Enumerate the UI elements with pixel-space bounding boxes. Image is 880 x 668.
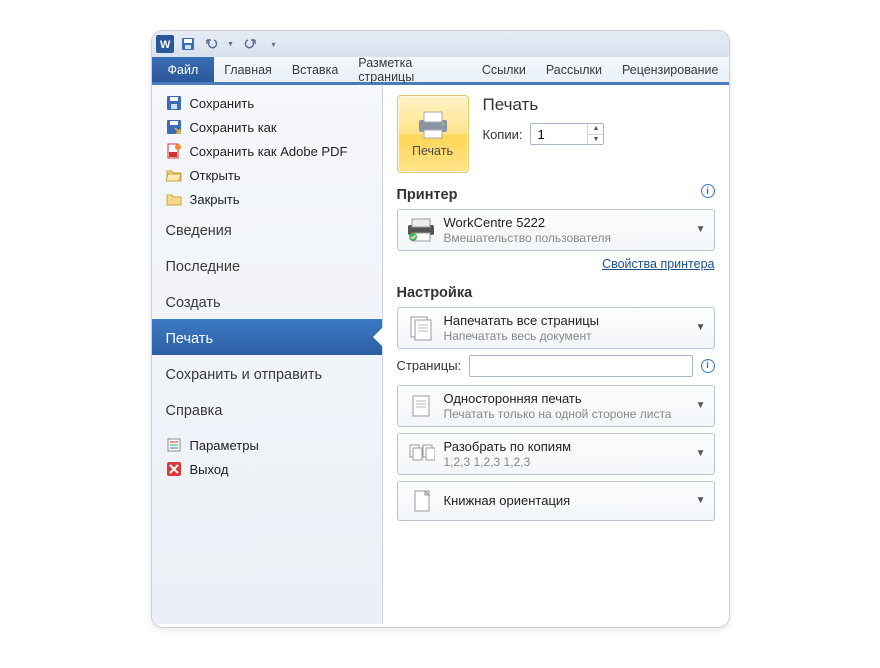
nav-close[interactable]: Закрыть — [152, 187, 382, 211]
save-icon — [166, 95, 182, 111]
qat-undo-dropdown-icon[interactable]: ▼ — [226, 34, 236, 54]
printer-section-title: Принтер — [397, 187, 458, 203]
nav-save-as[interactable]: Сохранить как — [152, 115, 382, 139]
copies-arrows[interactable]: ▲▼ — [587, 124, 603, 144]
nav-exit-label: Выход — [190, 462, 229, 477]
sides-desc: Печатать только на одной стороне листа — [444, 407, 688, 421]
nav-save-as-label: Сохранить как — [190, 120, 277, 135]
nav-help[interactable]: Справка — [152, 391, 382, 427]
pages-label: Страницы: — [397, 358, 462, 373]
exit-icon — [166, 461, 182, 477]
ribbon-tab-home[interactable]: Главная — [214, 57, 282, 82]
app-window: W ▼ ▾ Файл Главная Вставка Разметка стра… — [151, 30, 730, 628]
print-pane: Печать Печать Копии: ▲▼ Принтер i — [383, 85, 729, 624]
backstage-nav: Сохранить Сохранить как Сохранить как Ad… — [152, 85, 383, 624]
qat-redo-icon[interactable] — [240, 34, 260, 54]
nav-save[interactable]: Сохранить — [152, 91, 382, 115]
printer-properties-link[interactable]: Свойства принтера — [397, 257, 715, 271]
orientation-title: Книжная ориентация — [444, 493, 688, 509]
chevron-down-icon: ▼ — [696, 224, 706, 235]
nav-options-label: Параметры — [190, 438, 259, 453]
nav-options[interactable]: Параметры — [152, 433, 382, 457]
one-side-icon — [406, 392, 436, 420]
orientation-selector[interactable]: Книжная ориентация ▼ — [397, 481, 715, 521]
print-title: Печать — [483, 95, 715, 115]
save-as-icon — [166, 119, 182, 135]
pages-input[interactable] — [469, 355, 692, 377]
ribbon-tab-file[interactable]: Файл — [152, 57, 215, 82]
ribbon-tab-insert[interactable]: Вставка — [282, 57, 348, 82]
options-icon — [166, 437, 182, 453]
app-logo-icon: W — [156, 35, 174, 53]
open-icon — [166, 167, 182, 183]
qat-undo-icon[interactable] — [202, 34, 222, 54]
print-button[interactable]: Печать — [397, 95, 469, 173]
printer-selector[interactable]: WorkCentre 5222 Вмешательство пользовате… — [397, 209, 715, 251]
svg-text:W: W — [160, 39, 171, 51]
printer-info-icon[interactable]: i — [701, 184, 715, 198]
backstage-view: Сохранить Сохранить как Сохранить как Ad… — [152, 85, 729, 624]
ribbon-tab-mailings[interactable]: Рассылки — [536, 57, 612, 82]
copies-down-icon[interactable]: ▼ — [588, 135, 603, 145]
nav-close-label: Закрыть — [190, 192, 240, 207]
copies-label: Копии: — [483, 127, 523, 142]
nav-open[interactable]: Открыть — [152, 163, 382, 187]
chevron-down-icon: ▼ — [696, 448, 706, 459]
pages-info-icon[interactable]: i — [701, 359, 715, 373]
printer-icon — [415, 110, 451, 140]
qat-customize-icon[interactable]: ▾ — [264, 34, 284, 54]
collate-desc: 1,2,3 1,2,3 1,2,3 — [444, 455, 688, 469]
sides-title: Односторонняя печать — [444, 391, 688, 407]
printer-status: Вмешательство пользователя — [444, 231, 688, 245]
nav-save-pdf[interactable]: Сохранить как Adobe PDF — [152, 139, 382, 163]
nav-open-label: Открыть — [190, 168, 241, 183]
settings-section-title: Настройка — [397, 285, 715, 301]
title-bar: W ▼ ▾ — [152, 31, 729, 57]
ribbon-tab-references[interactable]: Ссылки — [472, 57, 536, 82]
sides-selector[interactable]: Односторонняя печать Печатать только на … — [397, 385, 715, 427]
nav-info[interactable]: Сведения — [152, 211, 382, 247]
nav-save-label: Сохранить — [190, 96, 255, 111]
print-range-selector[interactable]: Напечатать все страницы Напечатать весь … — [397, 307, 715, 349]
close-folder-icon — [166, 191, 182, 207]
printer-name: WorkCentre 5222 — [444, 215, 688, 231]
portrait-icon — [406, 487, 436, 515]
nav-exit[interactable]: Выход — [152, 457, 382, 481]
nav-new[interactable]: Создать — [152, 283, 382, 319]
collate-icon — [406, 440, 436, 468]
print-range-desc: Напечатать весь документ — [444, 329, 688, 343]
collate-selector[interactable]: Разобрать по копиям 1,2,3 1,2,3 1,2,3 ▼ — [397, 433, 715, 475]
ribbon-tabs: Файл Главная Вставка Разметка страницы С… — [152, 57, 729, 85]
pages-icon — [406, 314, 436, 342]
ribbon-tab-page-layout[interactable]: Разметка страницы — [348, 57, 472, 82]
pdf-icon — [166, 143, 182, 159]
print-button-label: Печать — [412, 144, 453, 158]
printer-device-icon — [406, 216, 436, 244]
nav-recent[interactable]: Последние — [152, 247, 382, 283]
chevron-down-icon: ▼ — [696, 322, 706, 333]
chevron-down-icon: ▼ — [696, 400, 706, 411]
qat-save-icon[interactable] — [178, 34, 198, 54]
nav-save-pdf-label: Сохранить как Adobe PDF — [190, 144, 348, 159]
ribbon-tab-review[interactable]: Рецензирование — [612, 57, 729, 82]
collate-title: Разобрать по копиям — [444, 439, 688, 455]
copies-up-icon[interactable]: ▲ — [588, 124, 603, 135]
nav-print[interactable]: Печать — [152, 319, 382, 355]
copies-spinner[interactable]: ▲▼ — [530, 123, 604, 145]
copies-input[interactable] — [531, 124, 587, 144]
chevron-down-icon: ▼ — [696, 495, 706, 506]
nav-save-send[interactable]: Сохранить и отправить — [152, 355, 382, 391]
print-range-title: Напечатать все страницы — [444, 313, 688, 329]
